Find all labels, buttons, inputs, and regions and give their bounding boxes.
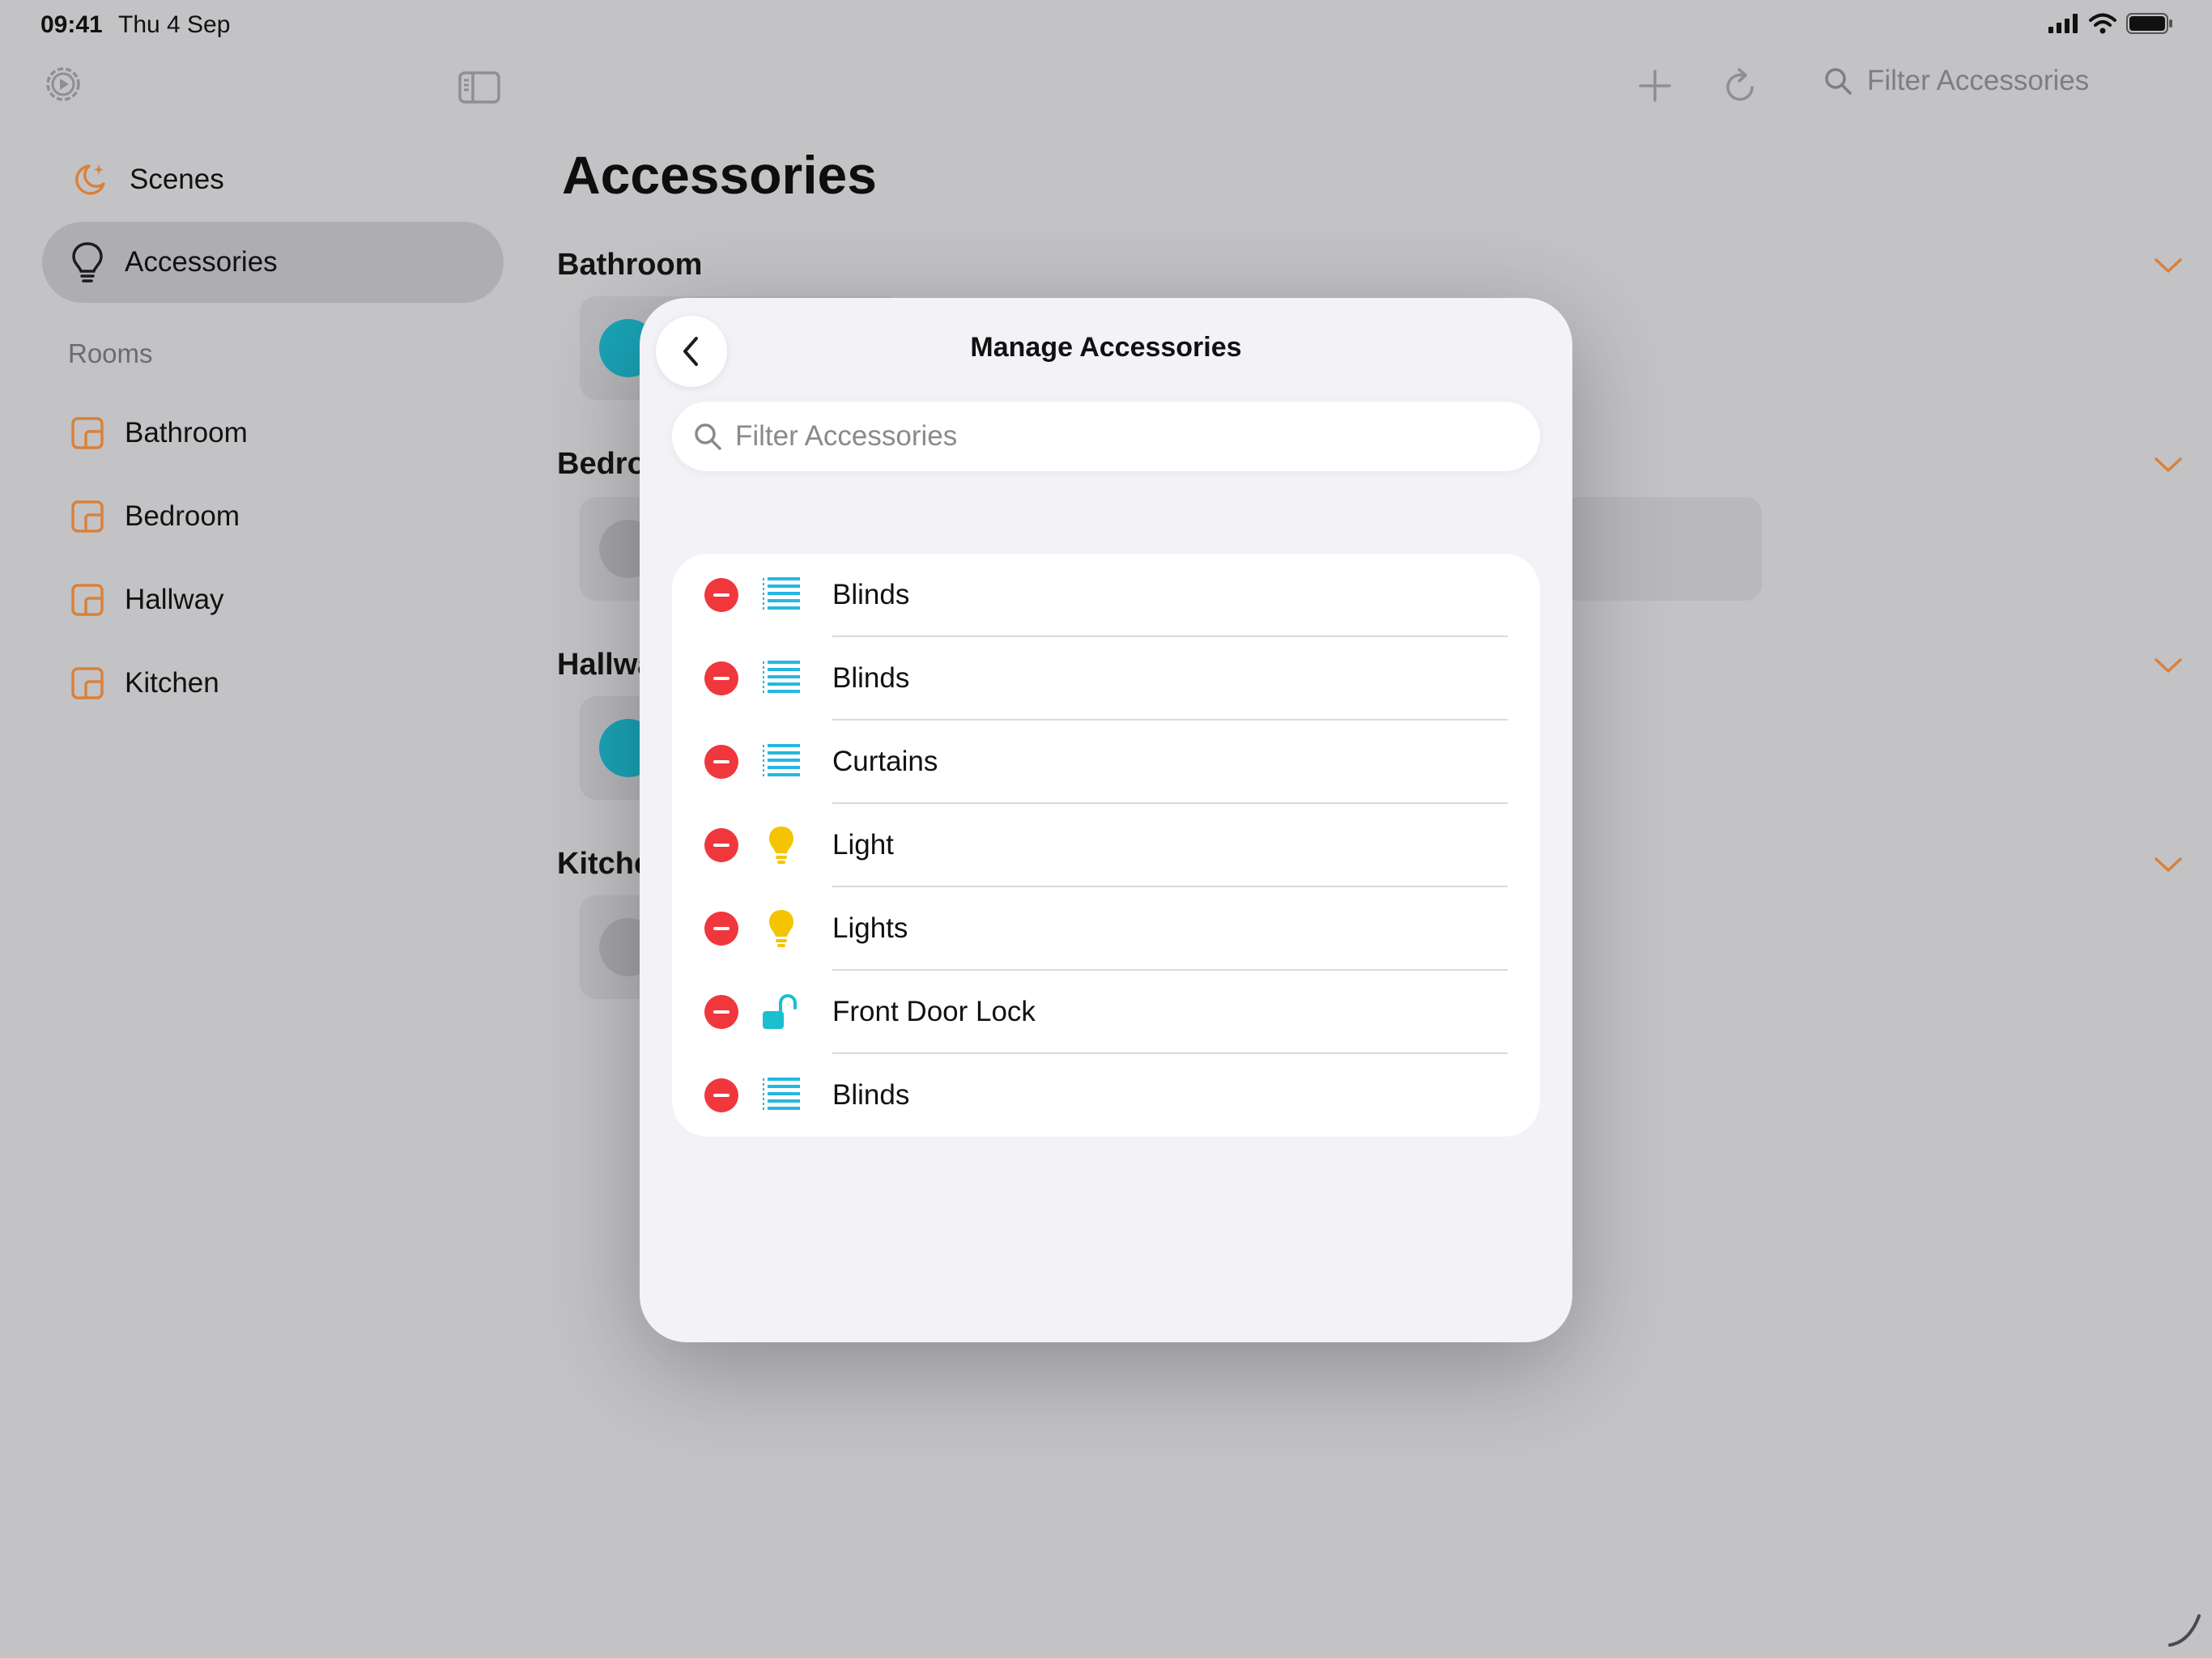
remove-button[interactable] (704, 995, 738, 1029)
sidebar-item-label: Kitchen (125, 667, 219, 699)
remove-button[interactable] (704, 1078, 738, 1112)
settings-icon[interactable] (44, 65, 83, 104)
search-input[interactable]: Filter Accessories (672, 402, 1540, 471)
lock-open-icon (763, 994, 797, 1029)
chevron-down-icon[interactable] (2154, 855, 2183, 874)
section-title-kitchen: Kitche (557, 847, 652, 881)
blinds-icon (763, 661, 800, 695)
sidebar-item-label: Accessories (125, 246, 278, 278)
blinds-icon (763, 577, 800, 612)
battery-icon (2126, 13, 2172, 34)
chevron-down-icon[interactable] (2154, 455, 2183, 474)
remove-button[interactable] (704, 578, 738, 612)
resize-grabber-icon[interactable] (2165, 1611, 2204, 1650)
accessory-name: Lights (832, 912, 908, 944)
section-title-bedroom: Bedro (557, 447, 646, 481)
list-item[interactable]: Curtains (672, 721, 1540, 804)
list-item[interactable]: Blinds (672, 554, 1540, 637)
refresh-icon[interactable] (1723, 66, 1759, 105)
modal-title: Manage Accessories (970, 332, 1242, 363)
manage-accessories-sheet: Manage Accessories Filter Accessories Bl… (640, 298, 1572, 1342)
status-time: 09:41 (40, 11, 103, 38)
accessory-name: Blinds (832, 662, 910, 694)
sidebar-item-bathroom[interactable]: Bathroom (42, 393, 504, 474)
lightbulb-icon (769, 910, 793, 947)
remove-button[interactable] (704, 661, 738, 695)
room-icon (71, 500, 104, 533)
list-item[interactable]: Blinds (672, 1054, 1540, 1137)
wifi-icon (2089, 13, 2116, 34)
moon-sparkle-icon (75, 164, 105, 195)
room-icon (71, 417, 104, 449)
room-icon (71, 667, 104, 699)
list-item[interactable]: Lights (672, 887, 1540, 971)
page-title: Accessories (562, 145, 877, 205)
search-placeholder: Filter Accessories (735, 420, 958, 452)
list-item[interactable]: Front Door Lock (672, 971, 1540, 1054)
sidebar-item-bedroom[interactable]: Bedroom (42, 476, 504, 557)
search-icon (1825, 68, 1852, 95)
blinds-icon (763, 1078, 800, 1112)
accessory-list: Blinds Blinds Curtains Light Lights Fron… (672, 554, 1540, 1137)
sidebar-toggle-icon[interactable] (458, 71, 500, 104)
toolbar-search-placeholder: Filter Accessories (1867, 65, 2090, 96)
remove-button[interactable] (704, 745, 738, 779)
room-icon (71, 584, 104, 616)
sidebar-item-label: Hallway (125, 584, 224, 615)
blinds-icon (763, 744, 800, 779)
list-item[interactable]: Light (672, 804, 1540, 887)
accessory-name: Blinds (832, 579, 910, 610)
add-icon[interactable] (1639, 70, 1671, 102)
toolbar-search-field[interactable]: Filter Accessories (1823, 65, 2089, 97)
lightbulb-icon (72, 242, 103, 283)
sidebar-item-label: Scenes (130, 164, 224, 195)
list-item[interactable]: Blinds (672, 637, 1540, 721)
sidebar-item-hallway[interactable]: Hallway (42, 559, 504, 640)
remove-button[interactable] (704, 912, 738, 946)
chevron-down-icon[interactable] (2154, 256, 2183, 275)
remove-button[interactable] (704, 828, 738, 862)
status-icons (2048, 13, 2173, 34)
section-title-bathroom: Bathroom (557, 248, 703, 282)
accessory-name: Light (832, 829, 894, 861)
sidebar-item-accessories[interactable]: Accessories (42, 222, 504, 303)
chevron-down-icon[interactable] (2154, 656, 2183, 675)
cellular-signal-icon (2048, 14, 2078, 33)
sidebar-item-label: Bedroom (125, 500, 240, 532)
accessory-name: Curtains (832, 746, 938, 777)
sidebar-item-kitchen[interactable]: Kitchen (42, 643, 504, 724)
accessory-name: Front Door Lock (832, 996, 1036, 1027)
sidebar-item-scenes[interactable]: Scenes (42, 139, 504, 220)
accessory-name: Blinds (832, 1079, 910, 1111)
sidebar-item-label: Bathroom (125, 417, 248, 449)
status-date: Thu 4 Sep (118, 11, 231, 38)
lightbulb-icon (769, 827, 793, 864)
rooms-heading: Rooms (68, 338, 153, 368)
search-icon (695, 423, 721, 450)
